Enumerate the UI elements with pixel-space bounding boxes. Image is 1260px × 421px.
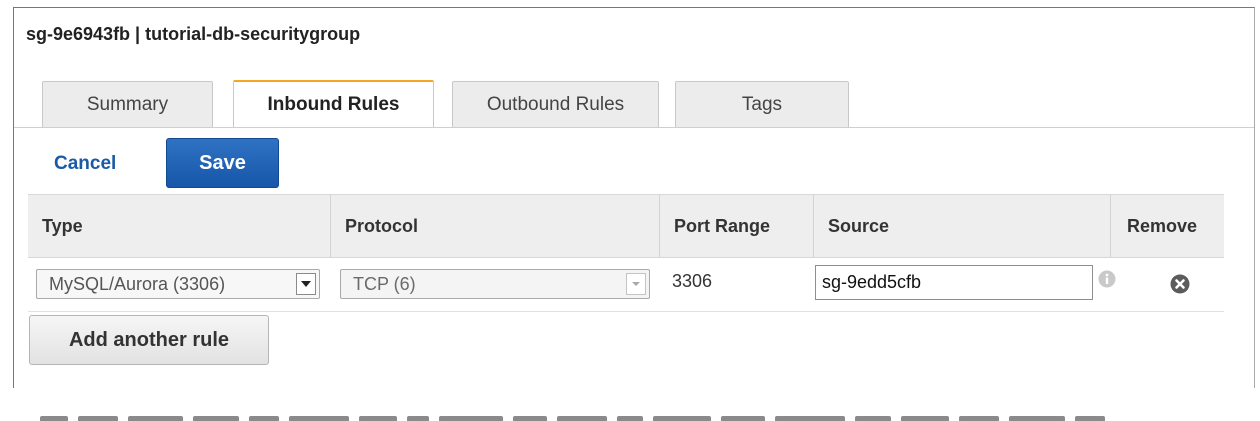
tab-inbound-rules[interactable]: Inbound Rules	[233, 80, 434, 128]
tab-outbound-rules[interactable]: Outbound Rules	[452, 81, 659, 127]
dropdown-arrow-icon[interactable]	[296, 273, 316, 295]
tab-label: Outbound Rules	[486, 93, 625, 115]
add-another-rule-button[interactable]: Add another rule	[29, 315, 269, 365]
cancel-link[interactable]: Cancel	[54, 153, 116, 175]
source-input[interactable]: sg-9edd5cfb	[815, 265, 1093, 300]
tab-label: Tags	[741, 93, 783, 115]
save-button[interactable]: Save	[166, 138, 279, 188]
column-header-source: Source	[828, 215, 890, 236]
protocol-select: TCP (6)	[340, 269, 650, 299]
rules-table-header: Type Protocol Port Range Source Remove	[28, 194, 1224, 258]
column-header-type: Type	[42, 215, 83, 236]
remove-circle-icon[interactable]	[1170, 274, 1190, 299]
cropped-text-strip	[40, 409, 1240, 421]
add-rule-label: Add another rule	[68, 328, 229, 351]
column-header-port-range: Port Range	[674, 215, 771, 236]
type-select[interactable]: MySQL/Aurora (3306)	[36, 269, 320, 299]
port-range-value: 3306	[672, 271, 713, 291]
type-select-value: MySQL/Aurora (3306)	[49, 273, 226, 294]
panel-title: sg-9e6943fb | tutorial-db-securitygroup	[26, 24, 361, 44]
dropdown-arrow-icon	[626, 273, 646, 295]
table-row: MySQL/Aurora (3306) TCP (6) 3306 sg-9edd…	[28, 257, 1224, 312]
column-header-remove: Remove	[1127, 215, 1198, 236]
tabs-divider	[14, 127, 1254, 128]
column-header-protocol: Protocol	[345, 215, 419, 236]
tab-label: Summary	[86, 93, 169, 115]
tab-label: Inbound Rules	[267, 94, 400, 115]
tab-summary[interactable]: Summary	[42, 81, 213, 127]
protocol-select-value: TCP (6)	[353, 273, 416, 294]
save-button-label: Save	[199, 151, 246, 174]
info-icon[interactable]	[1098, 270, 1116, 293]
tab-tags[interactable]: Tags	[675, 81, 849, 127]
